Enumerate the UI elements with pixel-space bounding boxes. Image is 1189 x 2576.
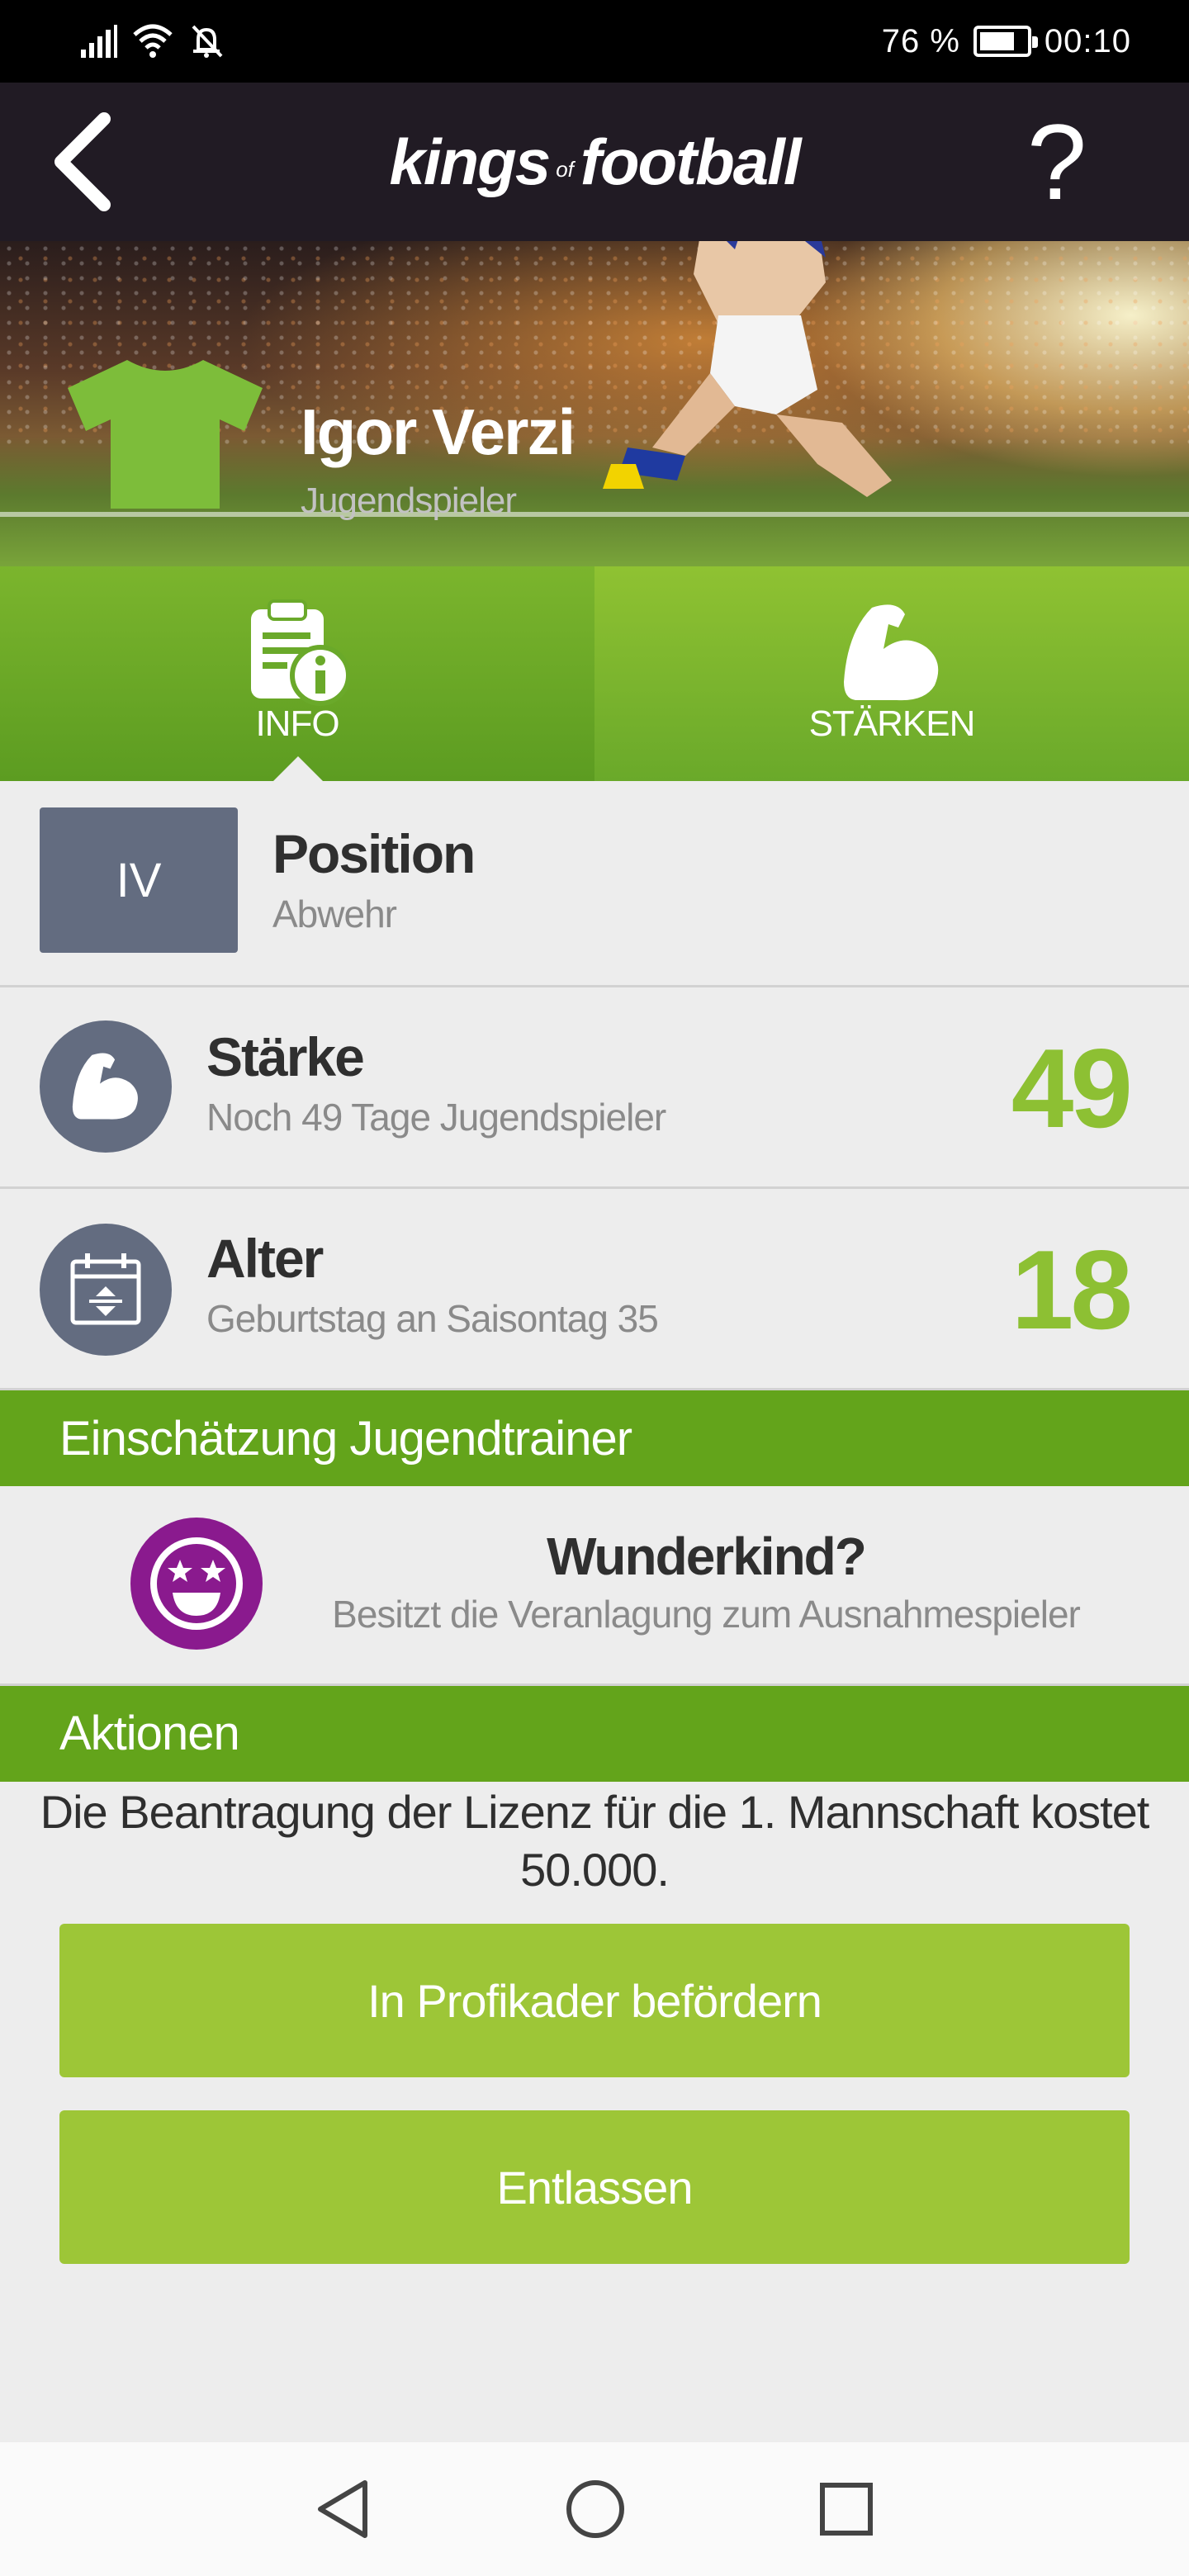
flexed-bicep-icon: [844, 604, 939, 701]
nav-home-button[interactable]: [558, 2472, 632, 2546]
assessment-subtitle: Besitzt die Veranlagung zum Ausnahmespie…: [332, 1593, 1081, 1636]
promote-button[interactable]: In Profikader befördern: [59, 1924, 1130, 2077]
age-row: Alter Geburtstag an Saisontag 35 18: [0, 1189, 1189, 1390]
battery-icon: [973, 26, 1038, 57]
strength-row: Stärke Noch 49 Tage Jugendspieler 49: [0, 987, 1189, 1189]
chevron-left-icon: [54, 112, 111, 211]
wifi-icon: [133, 24, 173, 58]
battery-fill: [979, 32, 1014, 50]
logo-word-of: of: [556, 156, 574, 182]
age-icon: [40, 1224, 172, 1356]
position-title: Position: [272, 823, 476, 884]
assessment-header: Einschätzung Jugendtrainer: [0, 1390, 1189, 1488]
app-bar: kings of football ?: [0, 83, 1189, 241]
back-button[interactable]: [33, 107, 132, 216]
clock: 00:10: [1044, 22, 1131, 59]
triangle-back-icon: [318, 2480, 367, 2538]
status-icons-left: [79, 20, 225, 63]
age-subtitle: Geburtstag an Saisontag 35: [206, 1297, 659, 1340]
nav-recents-button[interactable]: [809, 2472, 883, 2546]
system-navigation-bar: [0, 2442, 1189, 2576]
dismiss-button[interactable]: Entlassen: [59, 2110, 1130, 2264]
logo-word-football: football: [580, 125, 802, 198]
actions-header: Aktionen: [0, 1686, 1189, 1782]
age-title: Alter: [206, 1228, 324, 1289]
license-cost-text: Die Beantragung der Lizenz für die 1. Ma…: [17, 1783, 1172, 1899]
assessment-title: Wunderkind?: [547, 1527, 867, 1586]
license-text-line1: Die Beantragung der Lizenz für die 1. Ma…: [40, 1786, 1150, 1838]
strength-subtitle: Noch 49 Tage Jugendspieler: [206, 1096, 666, 1139]
position-row: IV Position Abwehr: [0, 781, 1189, 987]
star-eyes-smiley-icon-glyph: [150, 1537, 243, 1630]
strength-title: Stärke: [206, 1026, 365, 1087]
help-button[interactable]: ?: [1007, 107, 1106, 216]
flexed-bicep-icon: [72, 1053, 138, 1120]
battery-percent: 76 %: [881, 22, 960, 59]
license-text-line2: 50.000.: [520, 1844, 670, 1896]
player-role: Jugendspieler: [301, 481, 517, 521]
bell-off-icon: [192, 25, 223, 58]
tab-staerken-label: STÄRKEN: [808, 703, 976, 744]
position-code-badge: IV: [40, 807, 238, 953]
age-value: 18: [1011, 1227, 1133, 1352]
shirt-icon: [68, 360, 263, 509]
circle-home-icon: [566, 2480, 624, 2538]
status-bar: 76 % 00:10: [0, 0, 1189, 83]
star-eyes-smiley-icon: [130, 1518, 263, 1650]
strength-icon: [40, 1020, 172, 1153]
player-name: Igor Verzi: [301, 395, 576, 468]
signal-icon: [81, 25, 117, 58]
tab-staerken[interactable]: STÄRKEN: [594, 566, 1189, 781]
status-icons-right: 76 % 00:10: [882, 18, 1131, 64]
nav-back-button[interactable]: [306, 2472, 380, 2546]
app-logo: kings of football: [330, 117, 859, 206]
square-recents-icon: [820, 2483, 873, 2536]
calendar-icon: [70, 1253, 141, 1325]
tab-info-label: INFO: [255, 703, 339, 744]
position-subtitle: Abwehr: [272, 893, 397, 935]
tab-bar: INFO STÄRKEN: [0, 566, 1189, 781]
info-document-icon: [251, 599, 350, 706]
strength-value: 49: [1011, 1025, 1133, 1151]
player-hero-banner: Igor Verzi Jugendspieler: [0, 241, 1189, 566]
logo-word-kings: kings: [389, 125, 551, 198]
assessment-card: Wunderkind? Besitzt die Veranlagung zum …: [0, 1486, 1189, 1686]
tab-info[interactable]: INFO: [0, 566, 594, 781]
celebrating-player-image: [603, 241, 892, 497]
